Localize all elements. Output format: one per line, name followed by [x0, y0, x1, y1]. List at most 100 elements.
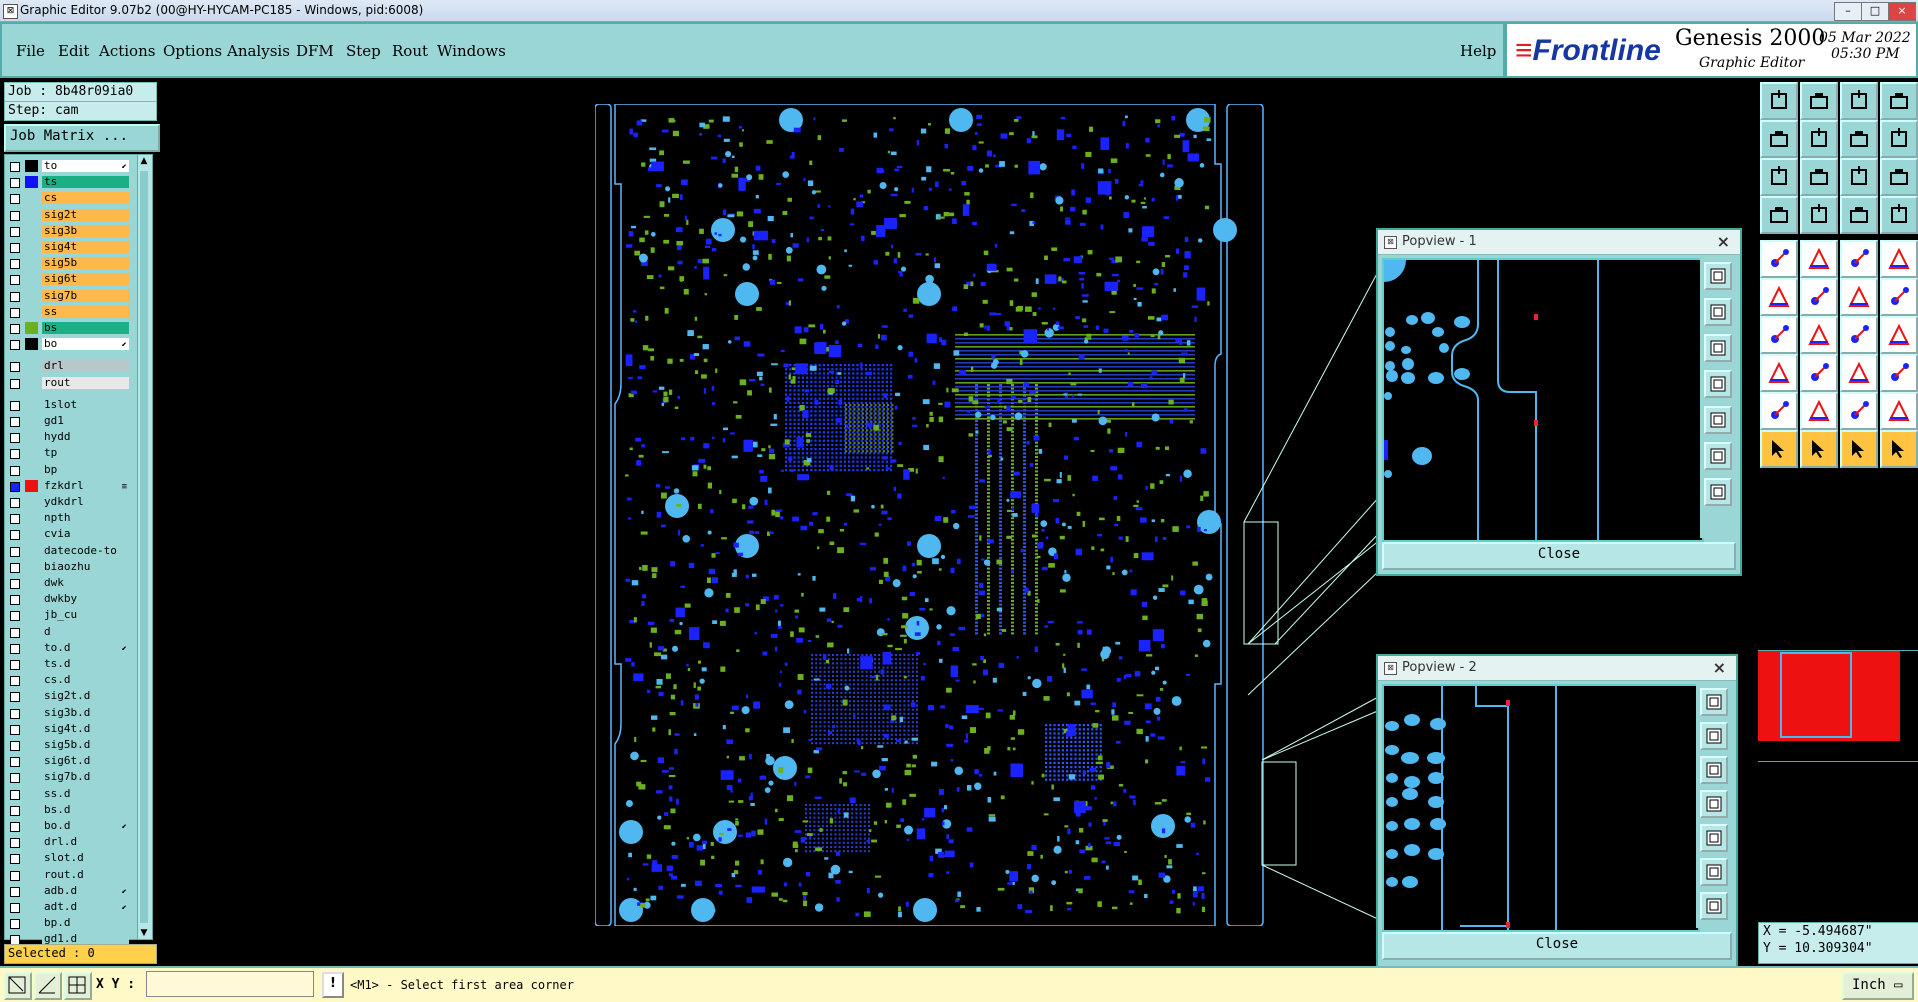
popview-tool-4-icon[interactable] — [1700, 790, 1728, 818]
toolbar-tool-6-icon[interactable] — [1800, 120, 1838, 158]
layer-row-jb-cu[interactable]: jb_cu — [5, 608, 135, 622]
board-canvas[interactable] — [595, 104, 1295, 926]
units-button[interactable]: Inch ▭ — [1842, 972, 1914, 1000]
menu-windows[interactable]: Windows — [437, 42, 506, 60]
layer-checkbox[interactable] — [10, 789, 20, 800]
popview-1-close-button[interactable]: Close — [1382, 542, 1736, 570]
toolbar-tool-2-icon[interactable] — [1800, 82, 1838, 120]
close-window-button[interactable]: × — [1888, 2, 1916, 21]
layer-name[interactable]: hydd — [42, 431, 129, 444]
popview-tool-2-icon[interactable] — [1700, 722, 1728, 750]
layer-name[interactable]: fzkdrl ≡ — [42, 479, 129, 492]
layer-name[interactable]: ts — [42, 176, 129, 189]
layer-name[interactable]: bp.d — [42, 917, 129, 930]
popview-tool-4-icon[interactable] — [1704, 370, 1732, 398]
toolbar-tool-40-icon[interactable] — [1880, 430, 1918, 468]
layer-checkbox[interactable] — [10, 919, 20, 930]
popview-tool-3-icon[interactable] — [1700, 756, 1728, 784]
layer-checkbox[interactable] — [10, 562, 20, 573]
toolbar-tool-19-icon[interactable] — [1840, 240, 1878, 278]
layer-name[interactable]: rout — [42, 376, 129, 389]
layer-name[interactable]: sig6t.d — [42, 755, 129, 768]
overview-minimap[interactable] — [1758, 650, 1918, 762]
layer-name[interactable]: sig4t.d — [42, 722, 129, 735]
layer-row-ydkdrl[interactable]: ydkdrl — [5, 495, 135, 509]
toolbar-tool-17-icon[interactable] — [1760, 240, 1798, 278]
layer-row-ss-d[interactable]: ss.d — [5, 787, 135, 801]
layer-checkbox[interactable] — [10, 194, 20, 205]
layer-checkbox[interactable] — [10, 757, 20, 768]
layer-row-1slot[interactable]: 1slot — [5, 398, 135, 412]
toolbar-tool-38-icon[interactable] — [1800, 430, 1838, 468]
toolbar-tool-28-icon[interactable] — [1880, 316, 1918, 354]
layer-row-sig2t-d[interactable]: sig2t.d — [5, 689, 135, 703]
layer-checkbox[interactable] — [10, 291, 20, 302]
scroll-down-icon[interactable]: ▼ — [138, 927, 150, 939]
layer-checkbox[interactable] — [10, 611, 20, 622]
layer-checkbox[interactable] — [10, 417, 20, 427]
layer-name[interactable]: ss.d — [42, 787, 129, 800]
layer-checkbox[interactable] — [10, 546, 20, 557]
popview-tool-1-icon[interactable] — [1704, 262, 1732, 290]
popview-tool-1-icon[interactable] — [1700, 688, 1728, 716]
layer-row-d[interactable]: d — [5, 625, 135, 639]
layer-name[interactable]: sig5b — [42, 257, 129, 270]
layer-row-drl[interactable]: drl — [5, 359, 135, 373]
layer-color-swatch[interactable] — [25, 176, 38, 189]
toolbar-tool-24-icon[interactable] — [1880, 278, 1918, 316]
layer-row-sig2t[interactable]: sig2t — [5, 208, 135, 222]
toolbar-tool-36-icon[interactable] — [1880, 392, 1918, 430]
layer-name[interactable]: dwkby — [42, 593, 129, 606]
toolbar-tool-31-icon[interactable] — [1840, 354, 1878, 392]
toolbar-tool-33-icon[interactable] — [1760, 392, 1798, 430]
measure-icon[interactable] — [34, 972, 62, 1000]
snap-icon[interactable] — [4, 972, 32, 1000]
layer-row-bp[interactable]: bp — [5, 463, 135, 477]
popview-tool-7-icon[interactable] — [1700, 892, 1728, 920]
layer-checkbox[interactable] — [10, 854, 20, 865]
toolbar-tool-27-icon[interactable] — [1840, 316, 1878, 354]
maximize-button[interactable]: □ — [1861, 2, 1889, 21]
toolbar-tool-15-icon[interactable] — [1840, 196, 1878, 234]
layer-name[interactable]: 1slot — [42, 398, 129, 411]
layer-checkbox[interactable] — [10, 433, 20, 444]
popview-2-close-button[interactable]: Close — [1382, 932, 1732, 960]
popview-tool-7-icon[interactable] — [1704, 478, 1732, 506]
toolbar-tool-32-icon[interactable] — [1880, 354, 1918, 392]
layer-name[interactable]: ss — [42, 305, 129, 318]
layer-row-gd1[interactable]: gd1 — [5, 414, 135, 428]
toolbar-tool-34-icon[interactable] — [1800, 392, 1838, 430]
layer-row-cs-d[interactable]: cs.d — [5, 673, 135, 687]
layer-row-rout[interactable]: rout — [5, 376, 135, 390]
job-matrix-button[interactable]: Job Matrix ... — [4, 124, 160, 152]
toolbar-tool-4-icon[interactable] — [1880, 82, 1918, 120]
popview-tool-6-icon[interactable] — [1700, 858, 1728, 886]
layer-checkbox[interactable] — [10, 886, 20, 897]
layer-row-dwkby[interactable]: dwkby — [5, 592, 135, 606]
layer-name[interactable]: bp — [42, 463, 129, 476]
layer-row-ss[interactable]: ss — [5, 305, 135, 319]
layer-name[interactable]: gd1 — [42, 415, 129, 427]
menu-file[interactable]: File — [16, 42, 45, 60]
layer-checkbox[interactable] — [10, 307, 20, 318]
menu-analysis[interactable]: Analysis — [227, 42, 290, 60]
layer-checkbox[interactable] — [10, 660, 20, 670]
layer-name[interactable]: bo.d ⬋ — [42, 820, 129, 832]
toolbar-tool-39-icon[interactable] — [1840, 430, 1878, 468]
toolbar-tool-13-icon[interactable] — [1760, 196, 1798, 234]
layer-row-bs-d[interactable]: bs.d — [5, 803, 135, 817]
popview-1-canvas[interactable] — [1382, 258, 1704, 542]
layer-checkbox[interactable] — [10, 627, 20, 638]
layer-row-sig6t-d[interactable]: sig6t.d — [5, 754, 135, 768]
layer-checkbox[interactable] — [10, 449, 20, 460]
layer-row-to[interactable]: to ⬋ — [5, 159, 135, 173]
layer-checkbox[interactable] — [10, 595, 20, 606]
layer-name[interactable]: sig6t — [42, 273, 129, 286]
xy-input[interactable] — [146, 971, 314, 997]
layer-row-npth[interactable]: npth — [5, 511, 135, 525]
minimize-button[interactable]: – — [1834, 2, 1862, 21]
layer-checkbox[interactable] — [10, 838, 20, 849]
toolbar-tool-8-icon[interactable] — [1880, 120, 1918, 158]
layer-checkbox[interactable] — [10, 498, 20, 508]
layer-checkbox[interactable] — [10, 643, 20, 654]
